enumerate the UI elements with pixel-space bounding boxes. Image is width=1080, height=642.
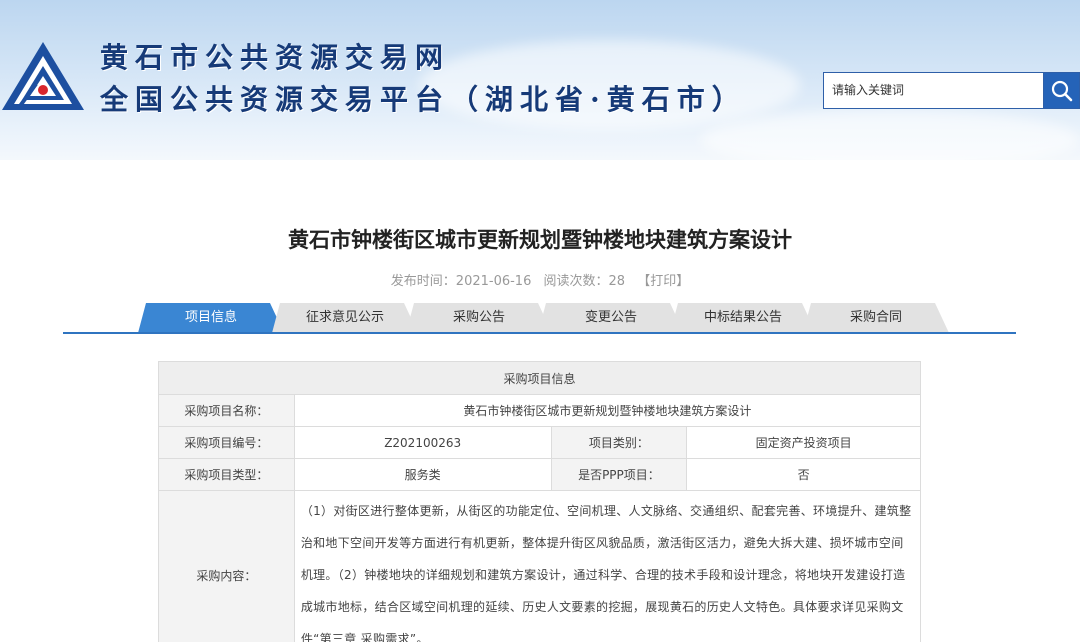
triangle-logo-icon [2, 42, 84, 110]
project-type-label: 采购项目类型： [158, 458, 295, 491]
tab-label: 征求意见公示 [305, 310, 384, 325]
header-banner: 黄石市公共资源交易网 全国公共资源交易平台（湖北省·黄石市） 请输入关键词 [0, 0, 1080, 160]
project-code-value: Z202100263 [293, 426, 552, 459]
search-icon [1051, 80, 1073, 102]
site-subtitle: 全国公共资源交易平台（湖北省·黄石市） [100, 83, 747, 116]
project-category-value: 固定资产投资项目 [686, 426, 921, 459]
tab-opinion-notice[interactable]: 征求意见公示 [272, 303, 418, 333]
tab-award-notice[interactable]: 中标结果公告 [670, 303, 816, 333]
tab-label: 中标结果公告 [703, 310, 782, 325]
ppp-label: 是否PPP项目： [550, 458, 688, 491]
site-title: 黄石市公共资源交易网 [100, 41, 451, 74]
ppp-value: 否 [686, 458, 921, 491]
print-link[interactable]: 【打印】 [637, 274, 689, 289]
table-row: 采购项目类型： 服务类 是否PPP项目： 否 [158, 458, 921, 491]
search-input[interactable]: 请输入关键词 [823, 72, 1043, 109]
page-title: 黄石市钟楼街区城市更新规划暨钟楼地块建筑方案设计 [288, 228, 792, 252]
project-name-label: 采购项目名称： [158, 394, 295, 427]
project-code-label: 采购项目编号： [158, 426, 295, 459]
tab-underline [63, 332, 1016, 334]
tab-label: 项目信息 [184, 310, 237, 325]
view-count: 阅读次数：28 [543, 274, 626, 289]
article-meta: 发布时间：2021-06-16 阅读次数：28 【打印】 [0, 270, 1080, 289]
project-name-value: 黄石市钟楼街区城市更新规划暨钟楼地块建筑方案设计 [293, 394, 922, 427]
tab-label: 采购合同 [849, 310, 902, 325]
table-row: 采购项目名称： 黄石市钟楼街区城市更新规划暨钟楼地块建筑方案设计 [158, 394, 922, 427]
table-row: 采购内容： （1）对街区进行整体更新，从街区的功能定位、空间机理、人文脉络、交通… [158, 490, 922, 642]
tab-contract[interactable]: 采购合同 [803, 303, 949, 333]
tab-project-info[interactable]: 项目信息 [138, 303, 284, 333]
tab-label: 采购公告 [452, 310, 505, 325]
search-button[interactable] [1043, 72, 1080, 109]
banner-cloud [700, 110, 1080, 160]
content-label: 采购内容： [158, 490, 295, 642]
tab-change-notice[interactable]: 变更公告 [538, 303, 684, 333]
table-row: 采购项目编号： Z202100263 项目类别： 固定资产投资项目 [158, 426, 921, 459]
project-info-table: 采购项目信息 采购项目名称： 黄石市钟楼街区城市更新规划暨钟楼地块建筑方案设计 … [158, 361, 922, 642]
tab-procurement-notice[interactable]: 采购公告 [406, 303, 552, 333]
publish-date: 发布时间：2021-06-16 [390, 274, 532, 289]
project-type-value: 服务类 [293, 458, 552, 491]
content-value: （1）对街区进行整体更新，从街区的功能定位、空间机理、人文脉络、交通组织、配套完… [293, 490, 922, 642]
table-header: 采购项目信息 [158, 361, 921, 395]
tab-label: 变更公告 [584, 310, 637, 325]
project-category-label: 项目类别： [550, 426, 688, 459]
